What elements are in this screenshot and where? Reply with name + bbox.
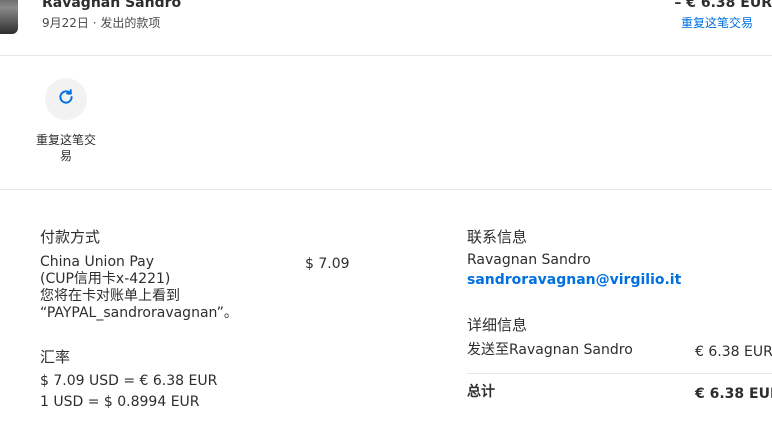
payment-method-title: 付款方式 bbox=[40, 228, 101, 246]
exchange-rate-line: $ 7.09 USD = € 6.38 EUR bbox=[40, 373, 218, 389]
payment-method-line: China Union Pay bbox=[40, 254, 155, 270]
payment-method-line: 您将在卡对账单上看到 bbox=[40, 288, 180, 304]
repeat-action-circle[interactable] bbox=[45, 78, 87, 120]
exchange-rate-title: 汇率 bbox=[40, 348, 71, 366]
section-divider bbox=[0, 189, 772, 190]
details-row-amount: € 6.38 EUR bbox=[695, 344, 772, 360]
transaction-header: Ravagnan Sandro 9月22日 · 发出的款项 – € 6.38 E… bbox=[0, 0, 772, 56]
details-row-label: 发送至Ravagnan Sandro bbox=[467, 342, 633, 358]
merchant-name: Ravagnan Sandro bbox=[42, 0, 182, 11]
details-title: 详细信息 bbox=[467, 316, 528, 334]
payment-method-amount: $ 7.09 bbox=[305, 256, 350, 272]
avatar bbox=[0, 0, 18, 34]
contact-info-title: 联系信息 bbox=[467, 228, 528, 246]
payment-method-line: (CUP信用卡x-4221) bbox=[40, 271, 171, 287]
transaction-amount: – € 6.38 EUR bbox=[674, 0, 772, 11]
refresh-icon bbox=[57, 88, 75, 110]
transaction-details-page: Ravagnan Sandro 9月22日 · 发出的款项 – € 6.38 E… bbox=[0, 0, 772, 421]
details-divider bbox=[467, 373, 772, 374]
repeat-transaction-link[interactable]: 重复这笔交易 bbox=[681, 14, 753, 31]
total-label: 总计 bbox=[467, 384, 495, 400]
payment-method-line: “PAYPAL_sandroravagnan”。 bbox=[40, 305, 238, 321]
total-amount: € 6.38 EUR bbox=[695, 386, 772, 402]
contact-email-link[interactable]: sandroravagnan@virgilio.it bbox=[467, 272, 681, 289]
contact-name: Ravagnan Sandro bbox=[467, 252, 591, 268]
transaction-date-type: 9月22日 · 发出的款项 bbox=[42, 16, 161, 30]
repeat-transaction-button[interactable]: 重复这笔交易 bbox=[30, 78, 102, 164]
exchange-rate-line: 1 USD = $ 0.8994 EUR bbox=[40, 394, 200, 410]
repeat-action-label: 重复这笔交易 bbox=[35, 133, 96, 163]
